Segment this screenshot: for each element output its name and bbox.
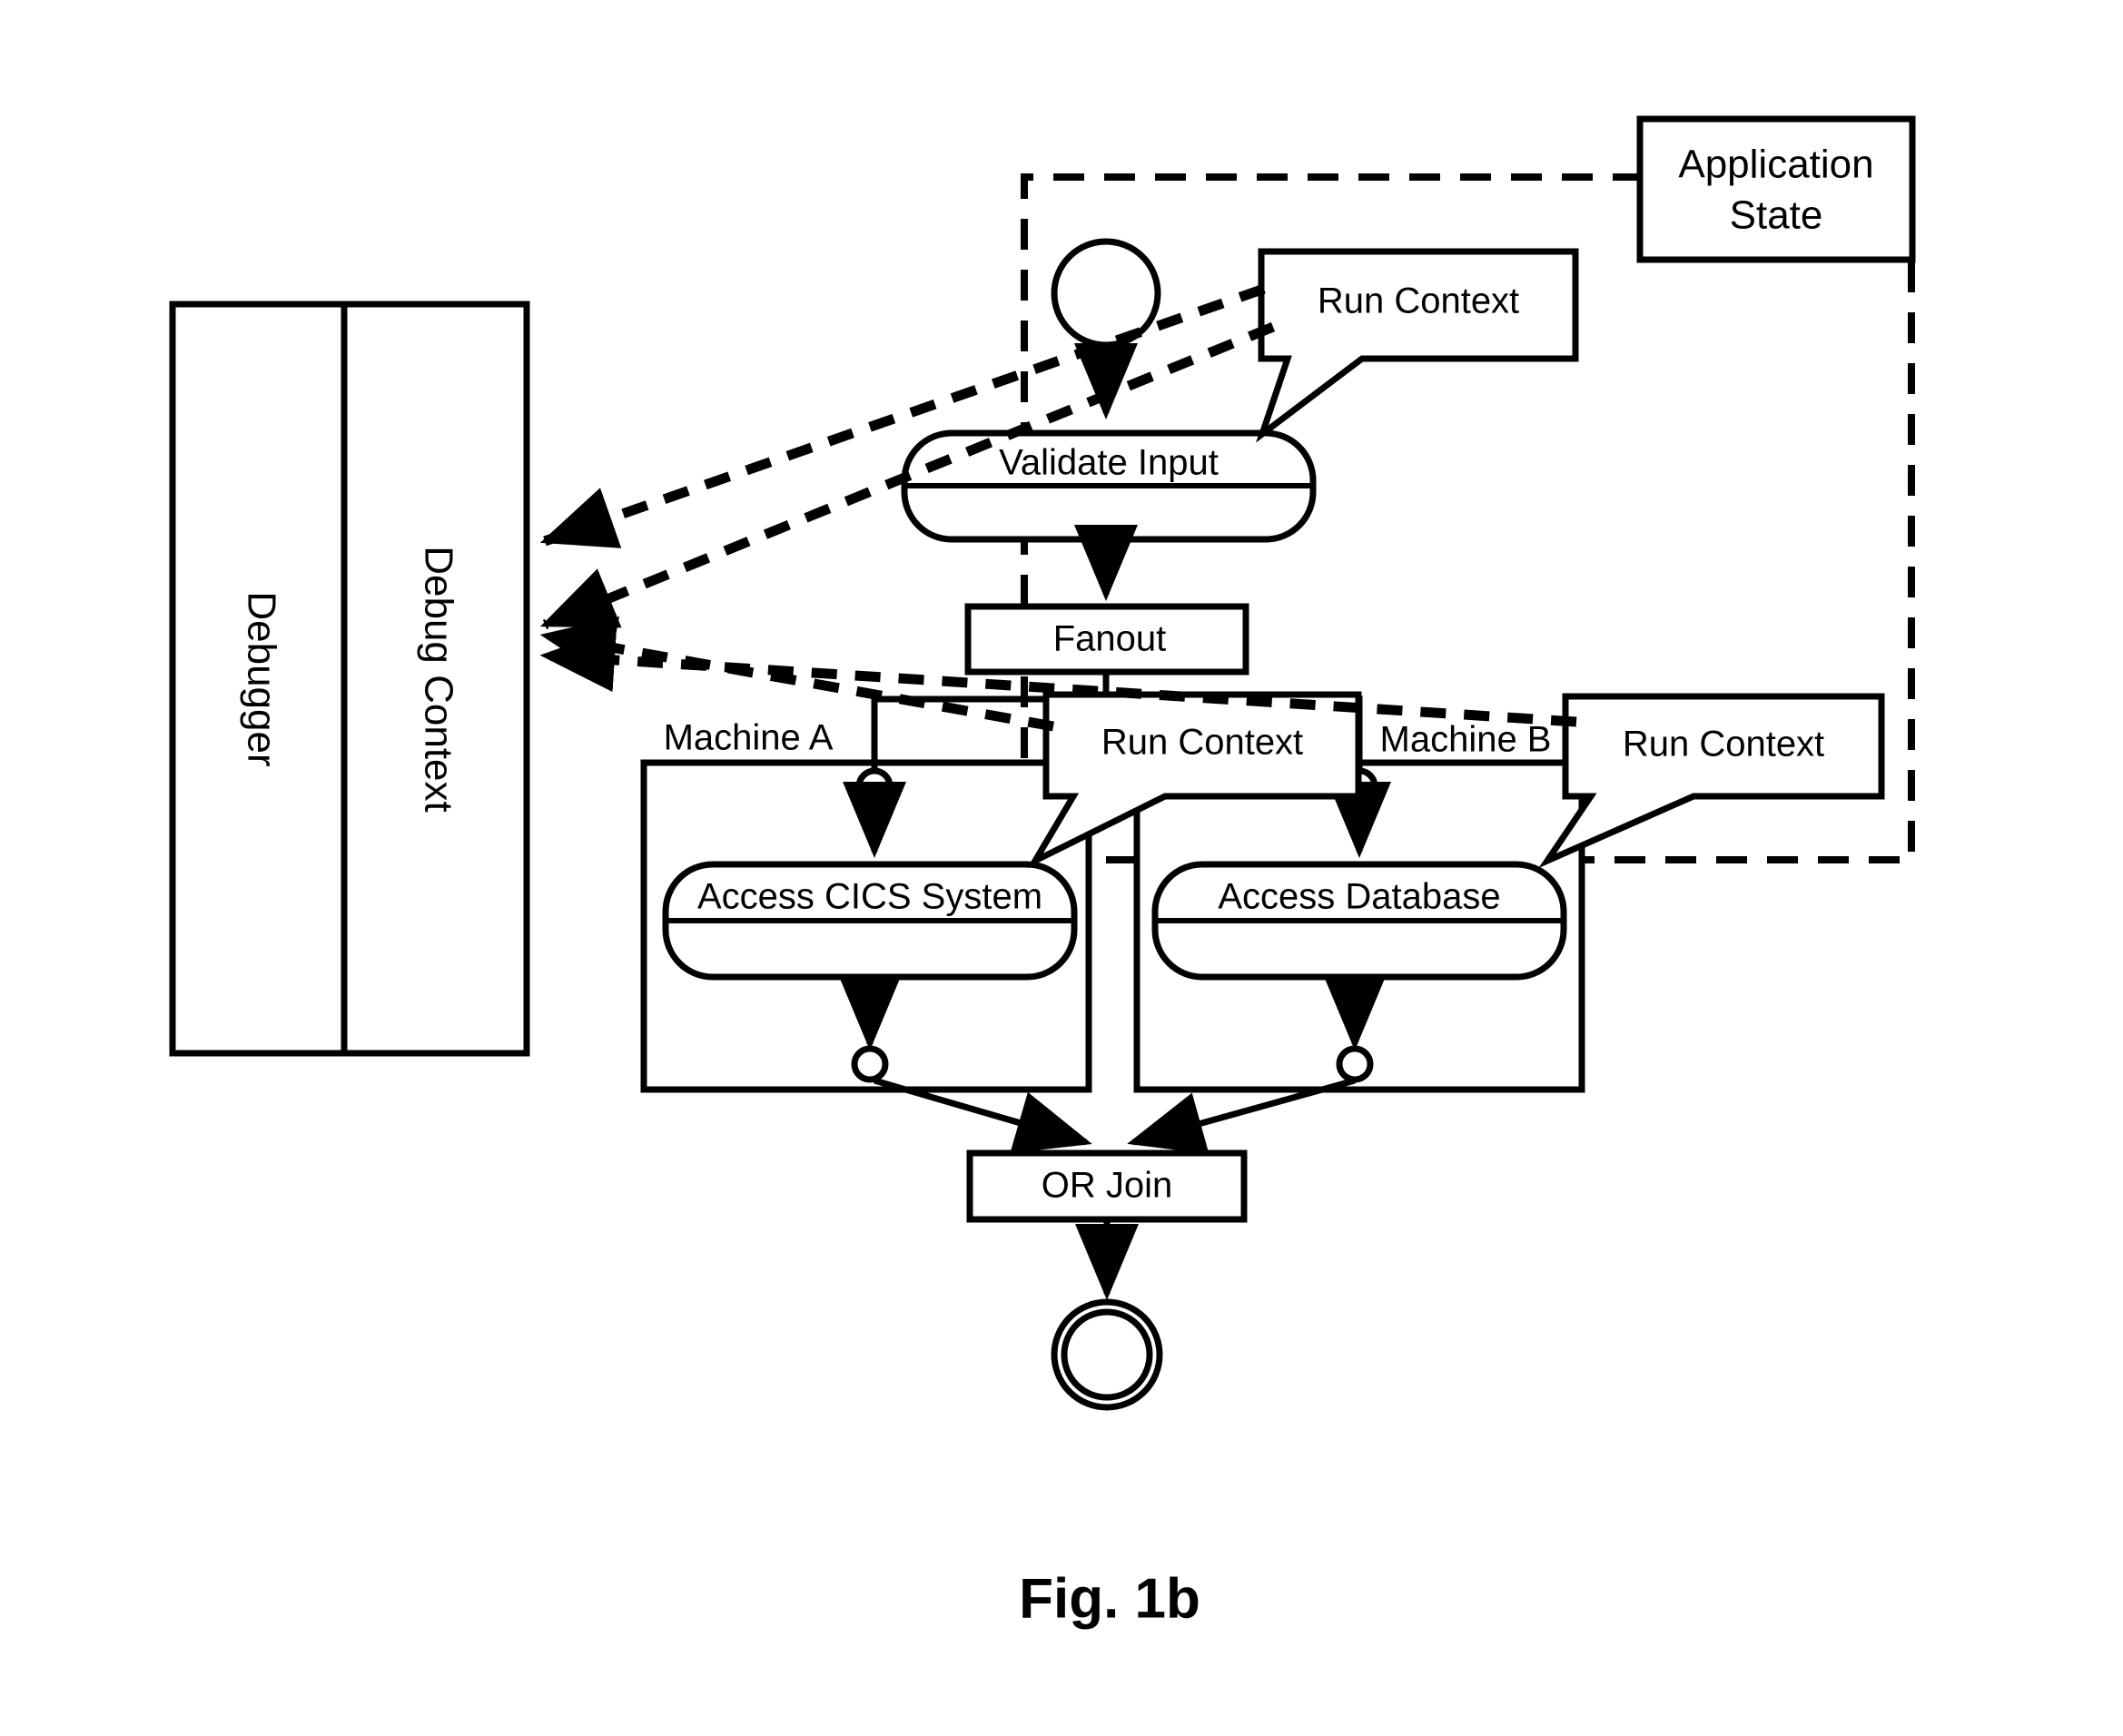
fanout-label: Fanout bbox=[1053, 619, 1167, 659]
or-join-label: OR Join bbox=[1042, 1166, 1173, 1206]
debugger-label: Debugger bbox=[239, 591, 283, 766]
run-context-top-label: Run Context bbox=[1318, 281, 1519, 321]
debugger-box[interactable] bbox=[169, 301, 530, 1057]
start-node bbox=[1051, 238, 1161, 349]
run-context-top-callout[interactable] bbox=[1256, 248, 1579, 443]
run-context-middle-label: Run Context bbox=[1101, 723, 1303, 763]
application-state-line2: State bbox=[1730, 193, 1823, 238]
run-context-right-label: Run Context bbox=[1623, 725, 1824, 764]
debug-context-label: Debug Context bbox=[416, 546, 460, 813]
machine-b-label: Machine B bbox=[1380, 720, 1552, 760]
uml-activity-diagram: Application State Debugger Debug Context… bbox=[169, 115, 1916, 1630]
end-node bbox=[1051, 1298, 1163, 1411]
access-database-label: Access Database bbox=[1218, 877, 1500, 917]
machine-a-label: Machine A bbox=[664, 718, 834, 758]
access-cics-system-label: Access CICS System bbox=[697, 877, 1042, 917]
figure-canvas: Application State Debugger Debug Context… bbox=[0, 0, 2123, 1736]
application-state-line1: Application bbox=[1678, 143, 1873, 187]
figure-caption: Fig. 1b bbox=[1019, 1567, 1200, 1630]
validate-input-label: Validate Input bbox=[999, 443, 1219, 483]
application-state-box[interactable] bbox=[1636, 115, 1916, 263]
run-context-right-callout[interactable] bbox=[1538, 693, 1885, 869]
